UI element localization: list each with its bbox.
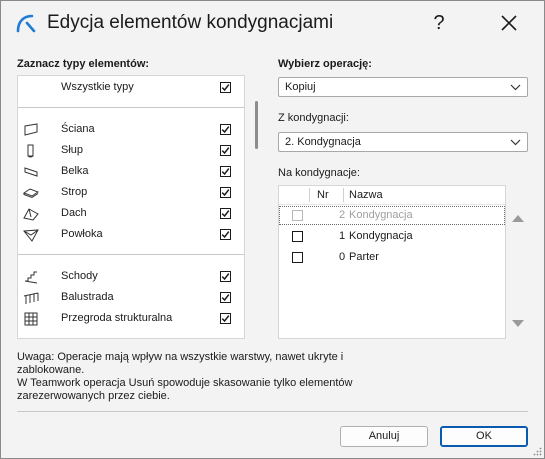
type-label-curtain-wall: Przegroda strukturalna — [61, 312, 173, 324]
move-up-icon[interactable] — [511, 213, 525, 223]
cancel-button[interactable]: Anuluj — [340, 426, 428, 447]
level-name: Parter — [349, 251, 379, 263]
level-row[interactable]: 2 Kondygnacja — [279, 206, 505, 225]
archicad-logo-icon — [16, 14, 36, 33]
type-label-slab: Strop — [61, 186, 88, 198]
level-row[interactable]: 1 Kondygnacja — [279, 227, 505, 246]
to-levels-label: Na kondygnacje: — [278, 167, 360, 179]
type-row-beam[interactable]: Belka — [18, 162, 244, 182]
checkbox-slab[interactable] — [220, 187, 231, 198]
checkbox-roof[interactable] — [220, 208, 231, 219]
type-row-slab[interactable]: Strop — [18, 183, 244, 203]
level-name: Kondygnacja — [349, 230, 413, 242]
checkbox-wall[interactable] — [220, 124, 231, 135]
level-nr: 0 — [339, 251, 346, 263]
beam-icon — [24, 167, 38, 177]
list-separator — [18, 254, 244, 255]
resize-grip-icon[interactable] — [533, 447, 542, 456]
checkbox-stair[interactable] — [220, 271, 231, 282]
dialog-title: Edycja elementów kondygnacjami — [47, 12, 334, 33]
checkbox-railing[interactable] — [220, 292, 231, 303]
checkbox-curtain-wall[interactable] — [220, 313, 231, 324]
slab-icon — [23, 188, 39, 199]
type-row-wall[interactable]: Ściana — [18, 120, 244, 140]
checkmark-icon — [221, 294, 230, 302]
note-line: zarezerwowanych przez ciebie. — [17, 390, 170, 402]
checkmark-icon — [221, 147, 230, 155]
types-section-label: Zaznacz typy elementów: — [17, 58, 150, 70]
type-label-column: Słup — [61, 144, 84, 156]
operation-dropdown[interactable]: Kopiuj — [278, 77, 528, 97]
checkmark-icon — [221, 231, 230, 239]
column-divider — [343, 188, 344, 202]
column-icon — [27, 144, 34, 158]
list-header: Nr Nazwa — [279, 186, 505, 205]
element-types-list: Wszystkie typy Ściana Słup Belka Strop D… — [17, 75, 245, 339]
column-divider — [309, 188, 310, 202]
column-header-name[interactable]: Nazwa — [349, 189, 383, 201]
level-row[interactable]: 0 Parter — [279, 248, 505, 267]
checkmark-icon — [221, 84, 230, 92]
level-nr: 1 — [339, 230, 346, 242]
checkmark-icon — [221, 168, 230, 176]
level-checkbox — [292, 210, 303, 221]
checkbox-shell[interactable] — [220, 229, 231, 240]
checkbox-beam[interactable] — [220, 166, 231, 177]
note-line: W Teamwork operacja Usuń spowoduje skaso… — [17, 377, 353, 389]
checkbox-all-types[interactable] — [220, 82, 231, 93]
chevron-down-icon — [510, 84, 521, 91]
type-row-curtain-wall[interactable]: Przegroda strukturalna — [18, 309, 244, 329]
note-line: Uwaga: Operacje mają wpływ na wszystkie … — [17, 351, 344, 363]
note-line: zablokowane. — [17, 364, 85, 376]
column-header-nr[interactable]: Nr — [317, 189, 329, 201]
curtain-wall-icon — [24, 312, 38, 326]
title-bar: Edycja elementów kondygnacjami ? — [1, 1, 544, 45]
type-label-stair: Schody — [61, 270, 98, 282]
type-row-railing[interactable]: Balustrada — [18, 288, 244, 308]
footer-separator — [17, 411, 528, 412]
level-checkbox[interactable] — [292, 252, 303, 263]
dialog-window: Edycja elementów kondygnacjami ? Zaznacz… — [0, 0, 545, 459]
checkmark-icon — [221, 126, 230, 134]
chevron-down-icon — [510, 139, 521, 146]
from-level-dropdown[interactable]: 2. Kondygnacja — [278, 132, 528, 152]
type-label-shell: Powłoka — [61, 228, 103, 240]
type-row-shell[interactable]: Powłoka — [18, 225, 244, 245]
type-row-roof[interactable]: Dach — [18, 204, 244, 224]
type-label-railing: Balustrada — [61, 291, 114, 303]
roof-icon — [23, 208, 39, 221]
help-button[interactable]: ? — [421, 7, 457, 39]
operation-value: Kopiuj — [285, 81, 316, 93]
level-checkbox[interactable] — [292, 231, 303, 242]
level-name: Kondygnacja — [349, 209, 413, 221]
from-level-value: 2. Kondygnacja — [285, 136, 361, 148]
from-level-label: Z kondygnacji: — [278, 112, 349, 124]
checkmark-icon — [221, 315, 230, 323]
type-row-stair[interactable]: Schody — [18, 267, 244, 287]
checkmark-icon — [221, 210, 230, 218]
to-levels-list: Nr Nazwa 2 Kondygnacja 1 Kondygnacja 0 P… — [278, 185, 506, 339]
shell-icon — [23, 229, 39, 242]
move-down-icon[interactable] — [511, 319, 525, 329]
types-scrollbar-thumb[interactable] — [255, 101, 258, 149]
list-separator — [18, 107, 244, 108]
type-row-column[interactable]: Słup — [18, 141, 244, 161]
wall-icon — [24, 123, 38, 136]
close-button[interactable] — [491, 7, 527, 39]
type-row-all[interactable]: Wszystkie typy — [18, 78, 244, 98]
type-label-wall: Ściana — [61, 123, 95, 135]
warning-note: Uwaga: Operacje mają wpływ na wszystkie … — [17, 351, 417, 403]
level-nr: 2 — [339, 209, 346, 221]
close-icon — [501, 15, 517, 31]
type-label-all: Wszystkie typy — [61, 81, 134, 93]
type-label-roof: Dach — [61, 207, 87, 219]
operation-label: Wybierz operację: — [278, 58, 372, 70]
stair-icon — [24, 271, 38, 284]
checkmark-icon — [221, 189, 230, 197]
checkbox-column[interactable] — [220, 145, 231, 156]
ok-button[interactable]: OK — [440, 426, 528, 447]
checkmark-icon — [221, 273, 230, 281]
type-label-beam: Belka — [61, 165, 89, 177]
railing-icon — [23, 292, 39, 304]
